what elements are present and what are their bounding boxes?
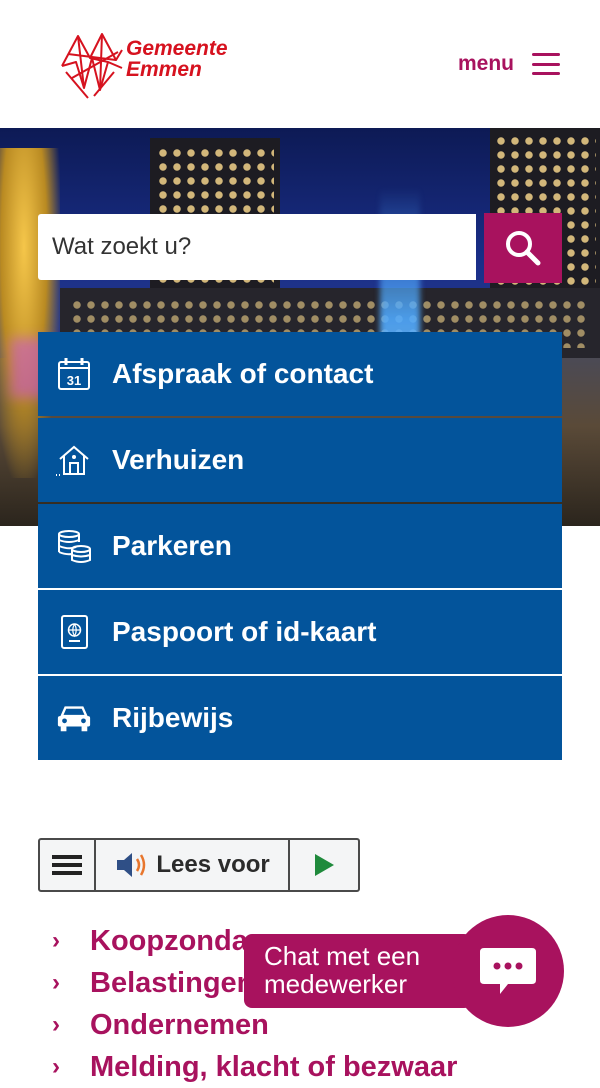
- quick-links: 31 Afspraak of contact Verhuizen Parkere…: [38, 332, 562, 762]
- chat-label-bubble[interactable]: Chat met een medewerker: [244, 934, 472, 1008]
- play-button[interactable]: [290, 840, 358, 890]
- passport-icon: [56, 614, 92, 650]
- logo-mark-icon: [61, 33, 123, 99]
- car-icon: [56, 700, 92, 736]
- link-melding[interactable]: › Melding, klacht of bezwaar: [52, 1046, 572, 1088]
- search-input[interactable]: [38, 214, 476, 280]
- read-aloud-label: Lees voor: [156, 851, 270, 878]
- quick-link-label: Afspraak of contact: [112, 358, 374, 389]
- chevron-right-icon: ›: [52, 1011, 60, 1038]
- quick-link-paspoort[interactable]: Paspoort of id-kaart: [38, 590, 562, 674]
- coins-icon: [56, 528, 92, 564]
- chevron-right-icon: ›: [52, 1053, 60, 1080]
- hamburger-icon: [51, 855, 82, 875]
- menu-label: menu: [457, 52, 514, 75]
- link-label: Melding, klacht of bezwaar: [90, 1050, 458, 1083]
- quick-link-label: Parkeren: [112, 530, 232, 561]
- read-aloud-menu-button[interactable]: [40, 840, 96, 890]
- chevron-right-icon: ›: [52, 969, 60, 996]
- menu-button[interactable]: menu: [458, 46, 560, 82]
- quick-link-rijbewijs[interactable]: Rijbewijs: [38, 676, 562, 760]
- link-label: Ondernemen: [90, 1008, 269, 1041]
- search-bar: [38, 213, 562, 283]
- logo[interactable]: Gemeente Emmen: [58, 28, 258, 100]
- play-icon: [315, 854, 335, 876]
- logo-text: Gemeente Emmen: [126, 38, 228, 80]
- link-label: Belastingen: [90, 966, 255, 999]
- house-icon: [56, 442, 92, 478]
- logo-line-2: Emmen: [126, 58, 202, 81]
- quick-link-afspraak[interactable]: 31 Afspraak of contact: [38, 332, 562, 416]
- read-aloud-bar: Lees voor: [38, 838, 360, 892]
- search-button[interactable]: [484, 213, 562, 283]
- chat-button[interactable]: [452, 915, 564, 1027]
- logo-line-1: Gemeente: [126, 37, 228, 60]
- chevron-right-icon: ›: [52, 927, 60, 954]
- hamburger-icon: [532, 53, 560, 75]
- quick-link-label: Paspoort of id-kaart: [112, 616, 377, 647]
- quick-link-verhuizen[interactable]: Verhuizen: [38, 418, 562, 502]
- speaker-icon: [117, 853, 146, 877]
- quick-link-label: Verhuizen: [112, 444, 245, 475]
- site-header: Gemeente Emmen menu: [0, 0, 600, 128]
- read-aloud-button[interactable]: Lees voor: [96, 840, 291, 890]
- search-icon: [506, 231, 541, 266]
- calendar-day: 31: [67, 373, 81, 388]
- quick-link-label: Rijbewijs: [112, 702, 234, 733]
- quick-link-parkeren[interactable]: Parkeren: [38, 504, 562, 588]
- chat-label: Chat met een medewerker: [264, 941, 421, 999]
- chat-icon: [480, 948, 536, 994]
- calendar-icon: 31: [56, 356, 92, 392]
